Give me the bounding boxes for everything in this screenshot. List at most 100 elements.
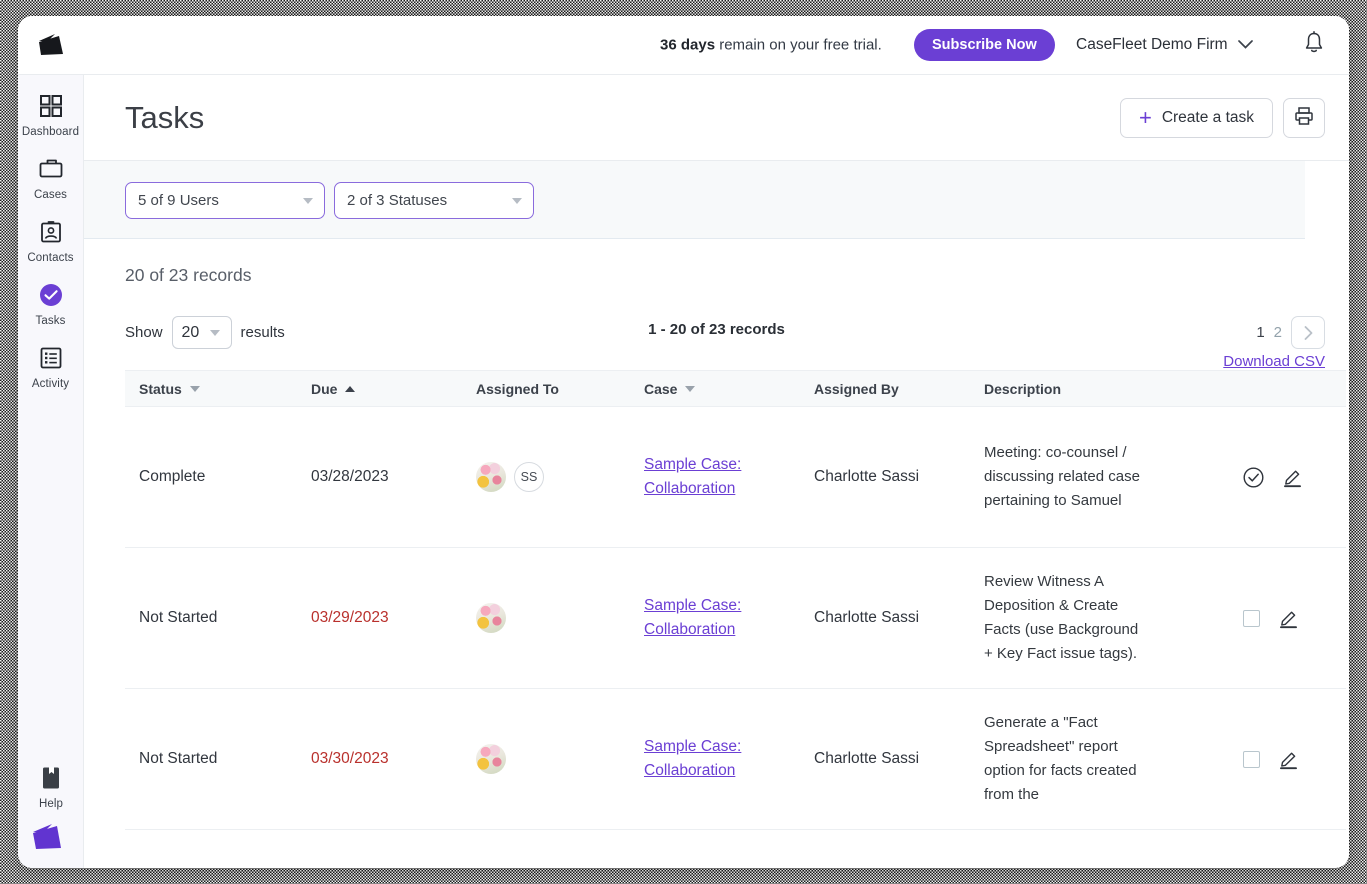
casefleet-flag-logo-purple-icon[interactable] xyxy=(28,820,74,854)
case-link[interactable]: Sample Case: Collaboration xyxy=(644,456,741,497)
sidebar-item-help[interactable]: Help xyxy=(18,765,84,810)
filter-users-select[interactable]: 5 of 9 Users xyxy=(125,182,325,219)
page-header-actions: + Create a task xyxy=(1120,98,1325,138)
create-task-button[interactable]: + Create a task xyxy=(1120,98,1273,138)
cell-assigned-to xyxy=(462,603,630,633)
page-2-link[interactable]: 2 xyxy=(1274,324,1282,341)
sort-descending-icon xyxy=(190,386,200,392)
print-button[interactable] xyxy=(1283,98,1325,138)
sidebar-item-dashboard[interactable]: Dashboard xyxy=(18,93,84,138)
show-prefix-label: Show xyxy=(125,324,163,341)
cell-case: Sample Case: Collaboration xyxy=(630,453,800,501)
filter-statuses-select[interactable]: 2 of 3 Statuses xyxy=(334,182,534,219)
page-1-link[interactable]: 1 xyxy=(1256,324,1264,341)
avatar xyxy=(476,744,506,774)
avatar-initials: SS xyxy=(514,462,544,492)
cell-row-actions xyxy=(1165,748,1346,770)
column-label-assigned-to: Assigned To xyxy=(476,381,559,397)
cell-assigned-to xyxy=(462,744,630,774)
chevron-right-icon xyxy=(1304,326,1313,340)
checkbox-empty-icon[interactable] xyxy=(1243,751,1260,768)
create-task-label: Create a task xyxy=(1162,109,1254,127)
sidebar-label-cases: Cases xyxy=(34,189,67,201)
column-label-case: Case xyxy=(644,381,677,397)
show-suffix-label: results xyxy=(241,324,285,341)
sidebar-item-contacts[interactable]: Contacts xyxy=(18,219,84,264)
cell-due: 03/29/2023 xyxy=(297,609,462,627)
sidebar-item-tasks[interactable]: Tasks xyxy=(18,282,84,327)
checkbox-empty-icon[interactable] xyxy=(1243,610,1260,627)
case-link[interactable]: Sample Case: Collaboration xyxy=(644,738,741,779)
sidebar-label-contacts: Contacts xyxy=(27,252,73,264)
cell-due: 03/28/2023 xyxy=(297,468,462,486)
caret-down-icon xyxy=(303,198,313,204)
column-header-assigned-to[interactable]: Assigned To xyxy=(462,381,630,397)
firm-switcher[interactable]: CaseFleet Demo Firm xyxy=(1076,36,1253,54)
caret-down-icon xyxy=(210,330,220,336)
table-row[interactable]: Complete 03/28/2023 SS Sample Case: Coll… xyxy=(125,407,1346,548)
cell-description: Generate a "Fact Spreadsheet" report opt… xyxy=(970,711,1165,807)
column-label-status: Status xyxy=(139,381,182,397)
download-csv-link[interactable]: Download CSV xyxy=(1223,353,1325,370)
cell-case: Sample Case: Collaboration xyxy=(630,735,800,783)
app-window: 36 days remain on your free trial. Subsc… xyxy=(18,16,1349,868)
column-label-due: Due xyxy=(311,381,337,397)
sort-descending-icon xyxy=(685,386,695,392)
chevron-down-icon xyxy=(1238,36,1253,54)
case-link[interactable]: Sample Case: Collaboration xyxy=(644,597,741,638)
table-row[interactable]: Not Started 03/29/2023 Sample Case: Coll… xyxy=(125,548,1346,689)
check-circle-outline-icon[interactable] xyxy=(1243,467,1264,488)
check-circle-icon xyxy=(39,282,63,308)
table-controls: Show 20 results 1 - 20 of 23 records 1 2… xyxy=(84,308,1349,370)
column-label-assigned-by: Assigned By xyxy=(814,381,899,397)
column-header-case[interactable]: Case xyxy=(630,381,800,397)
filter-bar: 5 of 9 Users 2 of 3 Statuses xyxy=(84,161,1305,239)
column-header-due[interactable]: Due xyxy=(297,381,462,397)
column-header-status[interactable]: Status xyxy=(125,381,297,397)
briefcase-icon xyxy=(39,156,63,182)
sidebar-item-activity[interactable]: Activity xyxy=(18,345,84,390)
show-results-group: Show 20 results xyxy=(125,316,285,349)
cell-description: Review Witness A Deposition & Create Fac… xyxy=(970,570,1165,666)
sidebar-item-cases[interactable]: Cases xyxy=(18,156,84,201)
list-icon xyxy=(40,345,62,371)
table-row[interactable]: Not Started 03/30/2023 Sample Case: Coll… xyxy=(125,689,1346,830)
tasks-table: Status Due Assigned To Case xyxy=(125,370,1346,830)
filter-statuses-label: 2 of 3 Statuses xyxy=(347,192,447,209)
pagination: 1 2 xyxy=(1256,316,1325,349)
pencil-icon[interactable] xyxy=(1278,748,1300,770)
avatar xyxy=(476,462,506,492)
subscribe-now-button[interactable]: Subscribe Now xyxy=(914,29,1055,61)
page-header: Tasks + Create a task xyxy=(84,75,1349,161)
cell-row-actions xyxy=(1165,607,1346,629)
plus-icon: + xyxy=(1139,107,1152,129)
pencil-icon[interactable] xyxy=(1282,466,1304,488)
firm-name-label: CaseFleet Demo Firm xyxy=(1076,36,1228,54)
caret-down-icon xyxy=(512,198,522,204)
cell-status: Complete xyxy=(125,468,297,486)
cell-assigned-to: SS xyxy=(462,462,630,492)
next-page-button[interactable] xyxy=(1291,316,1325,349)
column-header-assigned-by[interactable]: Assigned By xyxy=(800,381,970,397)
bell-icon[interactable] xyxy=(1303,31,1325,60)
cell-assigned-by: Charlotte Sassi xyxy=(800,609,970,627)
cell-assigned-by: Charlotte Sassi xyxy=(800,468,970,486)
page-size-value: 20 xyxy=(182,324,200,342)
grid-icon xyxy=(40,93,62,119)
sidebar: Dashboard Cases xyxy=(18,75,84,868)
main-content: Tasks + Create a task xyxy=(84,75,1349,868)
records-summary: 20 of 23 records xyxy=(84,239,1349,286)
casefleet-flag-logo-icon[interactable] xyxy=(33,30,77,60)
book-icon xyxy=(41,765,61,791)
page-size-select[interactable]: 20 xyxy=(172,316,232,349)
cell-case: Sample Case: Collaboration xyxy=(630,594,800,642)
desktop-backdrop: 36 days remain on your free trial. Subsc… xyxy=(0,0,1367,884)
printer-icon xyxy=(1294,106,1314,129)
pencil-icon[interactable] xyxy=(1278,607,1300,629)
cell-description: Meeting: co-counsel / discussing related… xyxy=(970,441,1165,513)
cell-assigned-by: Charlotte Sassi xyxy=(800,750,970,768)
top-bar: 36 days remain on your free trial. Subsc… xyxy=(18,16,1349,75)
cell-row-actions xyxy=(1165,466,1346,488)
column-header-description[interactable]: Description xyxy=(970,381,1165,397)
trial-rest: remain on your free trial. xyxy=(715,37,882,54)
